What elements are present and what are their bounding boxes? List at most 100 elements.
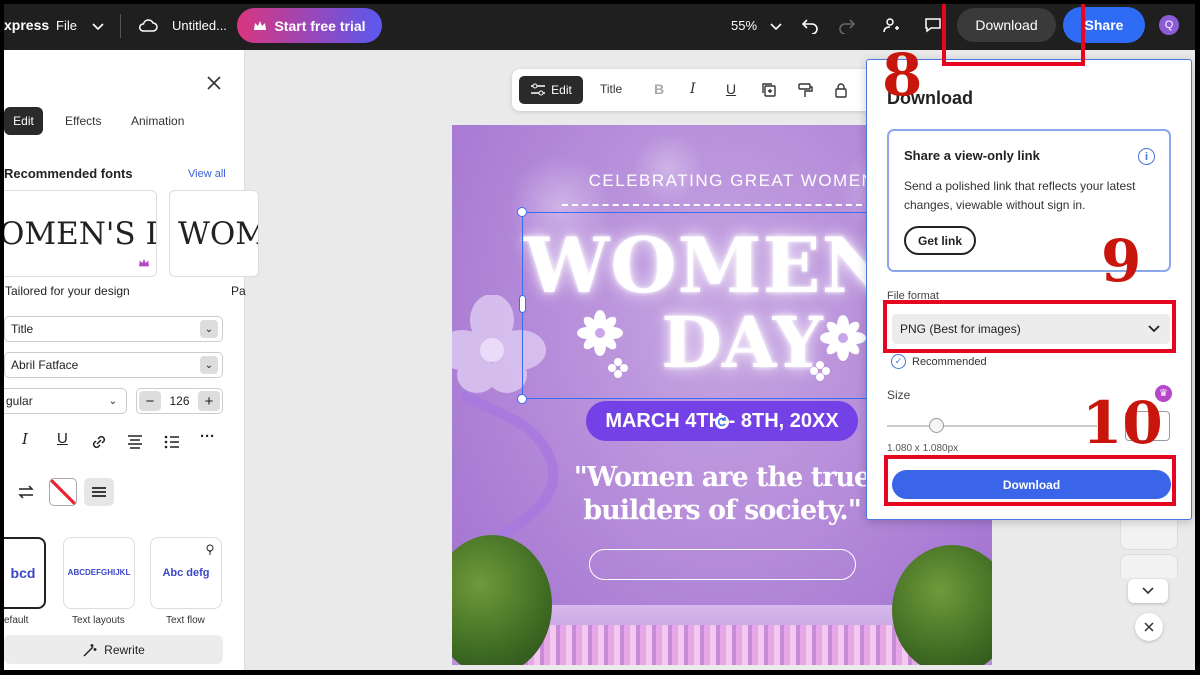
share-card-description: Send a polished link that reflects your … [904, 179, 1136, 212]
poster-placeholder-box[interactable] [589, 549, 856, 580]
swap-icon[interactable] [17, 483, 35, 501]
link-icon[interactable] [90, 433, 108, 451]
font-card-preview: WOM [178, 215, 259, 252]
font-card-tailored[interactable]: OMEN'S D [4, 190, 157, 277]
align-center-icon[interactable] [126, 433, 144, 451]
font-size-value[interactable]: 126 [161, 394, 198, 408]
document-title[interactable]: Untitled... [172, 18, 227, 33]
decrease-size-button[interactable]: − [139, 391, 161, 411]
chevron-down-icon [1142, 587, 1154, 595]
dropdown-value: gular [6, 394, 33, 408]
increase-size-button[interactable]: + [198, 391, 220, 411]
style-label: Text layouts [72, 615, 125, 626]
check-circle-icon: ✓ [891, 354, 906, 369]
size-slider-handle[interactable] [929, 418, 944, 433]
view-all-link[interactable]: View all [188, 168, 226, 180]
no-fill-swatch[interactable] [49, 478, 77, 506]
file-menu[interactable]: File [56, 18, 105, 33]
italic-icon[interactable]: I [22, 430, 28, 448]
size-label: Size [887, 388, 911, 402]
trial-label: Start free trial [274, 17, 366, 34]
page-thumbnail[interactable] [1120, 554, 1178, 578]
text-style-flow[interactable]: Abc defg [150, 537, 222, 609]
underline-icon[interactable]: U [726, 81, 736, 97]
tab-effects[interactable]: Effects [65, 107, 101, 135]
poster-date-badge[interactable]: MARCH 4TH - 8TH, 20XX [586, 401, 858, 441]
recommended-label: Recommended [912, 355, 987, 368]
dropdown-value: Abril Fatface [11, 358, 79, 372]
cloud-icon [139, 19, 158, 32]
bold-icon[interactable]: B [654, 81, 664, 97]
redo-icon[interactable] [838, 16, 856, 34]
tab-edit[interactable]: Edit [4, 107, 43, 135]
format-painter-icon[interactable] [797, 82, 813, 98]
sliders-icon [531, 83, 546, 96]
size-value: 1.080 x 1.080px [887, 443, 959, 454]
rotate-icon[interactable] [714, 414, 730, 430]
expand-pages-button[interactable] [1128, 579, 1168, 603]
style-label: Text flow [166, 615, 205, 626]
start-free-trial-button[interactable]: Start free trial [237, 8, 382, 43]
rewrite-button[interactable]: Rewrite [4, 635, 223, 664]
chevron-down-icon [770, 22, 782, 30]
text-style-dropdown[interactable]: Title ⌄ [4, 316, 223, 342]
info-icon[interactable]: i [1138, 148, 1155, 165]
get-link-button[interactable]: Get link [904, 226, 976, 255]
chevron-down-icon: ⌄ [200, 356, 218, 374]
flower-field [512, 625, 932, 665]
highlight-download-top [942, 4, 1085, 66]
highlight-file-format [883, 300, 1176, 353]
font-weight-dropdown[interactable]: gular ⌄ [4, 388, 127, 414]
divider [120, 14, 121, 38]
app-logo[interactable]: xpress [4, 17, 49, 33]
underline-icon[interactable]: U [57, 430, 68, 447]
invite-icon[interactable] [882, 16, 900, 34]
line-spacing-button[interactable] [84, 478, 114, 506]
file-menu-label: File [56, 18, 77, 33]
chevron-down-icon [92, 22, 104, 30]
resize-handle[interactable] [517, 207, 527, 217]
style-preview: ABCDEFGHIJKL [67, 568, 131, 577]
text-properties-panel: Edit Effects Animation Recommended fonts… [4, 50, 259, 670]
text-style-layouts[interactable]: ABCDEFGHIJKL [63, 537, 135, 609]
tab-animation[interactable]: Animation [131, 107, 184, 135]
chevron-down-icon: ⌄ [108, 395, 118, 407]
canvas-toolbar: Edit Title B I U [512, 69, 882, 111]
undo-icon[interactable] [801, 16, 819, 34]
font-card-preview: OMEN'S D [4, 215, 156, 252]
font-size-stepper[interactable]: − 126 + [136, 388, 223, 414]
close-icon[interactable] [207, 76, 221, 90]
canvas-edit-button[interactable]: Edit [519, 76, 583, 104]
app-frame: xpress File Untitled... Start free trial… [4, 4, 1195, 670]
recommended-indicator: ✓ Recommended [891, 354, 987, 369]
more-options-icon[interactable]: ··· [200, 428, 215, 445]
resize-handle[interactable] [517, 394, 527, 404]
resize-handle[interactable] [519, 295, 526, 313]
step-number-8: 8 [882, 41, 923, 109]
selection-frame[interactable] [517, 207, 872, 404]
lock-icon[interactable] [834, 82, 848, 98]
edit-label: Edit [551, 83, 572, 97]
dropdown-value: Title [11, 322, 34, 336]
font-card-second[interactable]: WOM [169, 190, 259, 277]
title-style-button[interactable]: Title [600, 82, 622, 96]
close-pages-button[interactable] [1135, 613, 1163, 641]
text-style-default[interactable]: bcd [4, 537, 46, 609]
comment-icon[interactable] [924, 16, 942, 34]
crown-icon [254, 20, 267, 30]
font-card-caption: Pa [231, 284, 246, 298]
avatar[interactable]: Q [1159, 15, 1179, 35]
font-family-dropdown[interactable]: Abril Fatface ⌄ [4, 352, 223, 378]
step-number-10: 10 [1082, 389, 1163, 457]
bullet-list-icon[interactable] [163, 433, 181, 451]
rewrite-label: Rewrite [104, 642, 145, 657]
close-icon [1144, 622, 1154, 632]
zoom-control[interactable]: 55% [731, 18, 783, 33]
chevron-down-icon: ⌄ [200, 320, 218, 338]
lines-icon [92, 487, 106, 497]
poster-quote[interactable]: "Women are the true builders of society.… [552, 461, 892, 527]
size-slider-track[interactable] [887, 425, 1097, 427]
step-number-9: 9 [1101, 227, 1142, 295]
duplicate-icon[interactable] [761, 82, 777, 98]
italic-icon[interactable]: I [690, 81, 696, 97]
